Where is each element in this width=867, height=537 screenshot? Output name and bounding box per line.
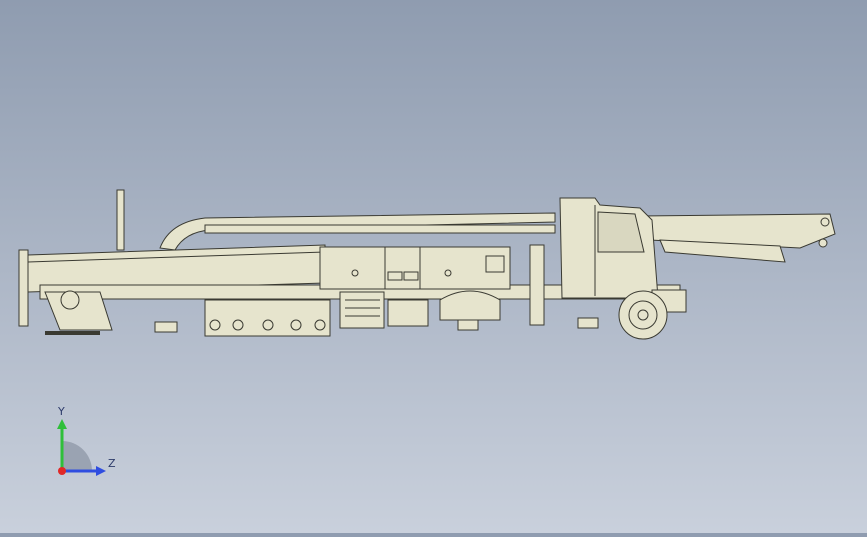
pump-unit [339,291,385,329]
triad-quadrant [62,441,92,471]
vertical-mast [116,189,125,251]
y-axis-arrow-icon [57,419,67,429]
x-axis-origin-icon [58,467,66,475]
boom-section-2 [204,224,556,234]
z-axis-arrow-icon [96,466,106,476]
rear-axle-assembly [204,299,331,337]
y-axis-label: Y [57,405,65,418]
equipment-body [319,246,511,290]
truck-model-view[interactable] [0,0,867,533]
cad-viewport[interactable]: Y Z [0,0,867,533]
z-axis-label: Z [108,457,116,470]
panel-door [485,255,505,273]
hydraulic-cylinder [529,244,545,326]
rear-outrigger-post [18,249,29,327]
axis-triad[interactable]: Y Z [40,405,120,485]
rear-wheel-arch [439,290,501,321]
concrete-pump-truck-model [18,189,836,340]
